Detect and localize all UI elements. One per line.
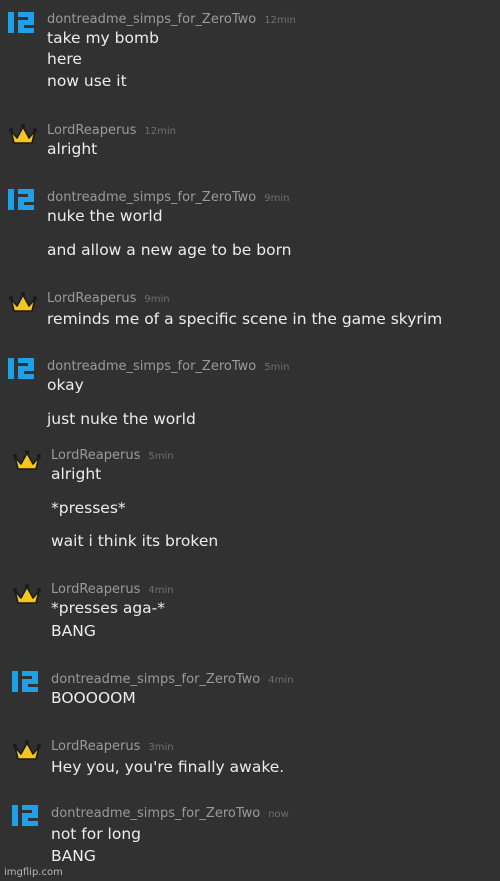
username[interactable]: LordReaperus <box>47 123 136 138</box>
username[interactable]: LordReaperus <box>51 582 140 597</box>
username[interactable]: LordReaperus <box>51 448 140 463</box>
timestamp: 12min <box>264 15 296 26</box>
timestamp: 9min <box>144 294 170 305</box>
username[interactable]: LordReaperus <box>51 739 140 754</box>
timestamp: 4min <box>268 675 294 686</box>
timestamp: 5min <box>148 451 174 462</box>
timestamp: 3min <box>148 742 174 753</box>
timestamp: 12min <box>144 126 176 137</box>
message-text: BANG <box>51 622 96 640</box>
message-text: BOOOOOM <box>51 689 136 707</box>
message-text: reminds me of a specific scene in the ga… <box>47 310 443 328</box>
message-text: now use it <box>47 72 127 90</box>
message-header: LordReaperus 3min <box>51 737 174 756</box>
crown-icon[interactable] <box>8 121 38 147</box>
blue-z-logo-icon[interactable] <box>11 803 41 829</box>
message-header: dontreadme_simps_for_ZeroTwo now <box>51 804 289 823</box>
username[interactable]: dontreadme_simps_for_ZeroTwo <box>47 359 256 374</box>
crown-icon[interactable] <box>8 289 38 315</box>
message-header: LordReaperus 9min <box>47 289 170 308</box>
message-text: *presses aga-* <box>51 599 166 617</box>
crown-icon[interactable] <box>12 447 42 473</box>
message-text: and allow a new age to be born <box>47 241 292 259</box>
message-text: wait i think its broken <box>51 532 219 550</box>
message-text: nuke the world <box>47 207 163 225</box>
timestamp: now <box>268 809 289 820</box>
blue-z-logo-icon[interactable] <box>7 356 37 382</box>
crown-icon[interactable] <box>12 581 42 607</box>
username[interactable]: dontreadme_simps_for_ZeroTwo <box>51 672 260 687</box>
message-text: here <box>47 50 82 68</box>
timestamp: 5min <box>264 362 290 373</box>
username[interactable]: dontreadme_simps_for_ZeroTwo <box>51 806 260 821</box>
username[interactable]: LordReaperus <box>47 291 136 306</box>
blue-z-logo-icon[interactable] <box>11 669 41 695</box>
message-text: just nuke the world <box>47 410 196 428</box>
message-text: alright <box>51 465 102 483</box>
blue-z-logo-icon[interactable] <box>7 187 37 213</box>
timestamp: 9min <box>264 193 290 204</box>
message-text: *presses* <box>51 499 126 517</box>
message-text: okay <box>47 376 84 394</box>
message-text: not for long <box>51 825 142 843</box>
username[interactable]: dontreadme_simps_for_ZeroTwo <box>47 12 256 27</box>
timestamp: 4min <box>148 585 174 596</box>
message-text: BANG <box>51 847 96 865</box>
crown-icon[interactable] <box>12 737 42 763</box>
username[interactable]: dontreadme_simps_for_ZeroTwo <box>47 190 256 205</box>
chat-log: dontreadme_simps_for_ZeroTwo 12min take my… <box>0 0 500 881</box>
message-text: take my bomb <box>47 29 159 47</box>
blue-z-logo-icon[interactable] <box>7 10 37 36</box>
imgflip-watermark: imgflip.com <box>4 867 63 878</box>
message-text: alright <box>47 140 98 158</box>
message-text: Hey you, you're finally awake. <box>51 758 285 776</box>
